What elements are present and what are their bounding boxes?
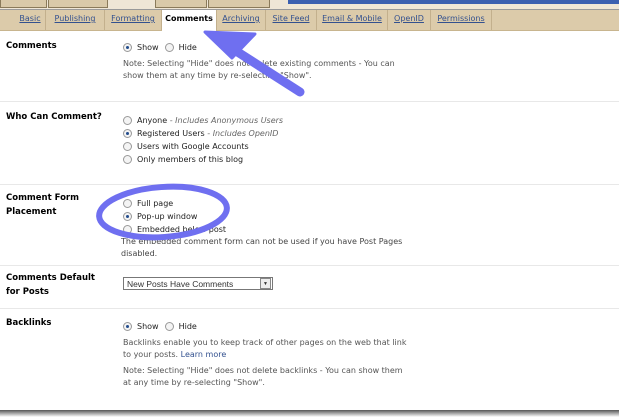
- who-members-radio[interactable]: Only members of this blog: [123, 153, 413, 166]
- comments-hide-radio[interactable]: Hide: [164, 42, 197, 54]
- chevron-down-icon: ▼: [260, 278, 271, 289]
- backlinks-description: Backlinks enable you to keep track of ot…: [123, 338, 407, 359]
- placement-note: The embedded comment form can not be use…: [121, 237, 403, 258]
- placement-popup-radio[interactable]: Pop-up window: [123, 210, 423, 223]
- comments-default-select[interactable]: New Posts Have Comments ▼: [123, 277, 273, 290]
- placement-full-page-radio[interactable]: Full page: [123, 197, 423, 210]
- comment-form-placement-section: Comment Form Placement Full page Pop-up …: [0, 185, 619, 266]
- backlinks-hide-radio[interactable]: Hide: [164, 321, 197, 333]
- backlinks-show-radio[interactable]: Show: [123, 321, 159, 333]
- backlinks-note: Note: Selecting "Hide" does not delete b…: [123, 366, 403, 387]
- comments-default-section: Comments Default for Posts New Posts Hav…: [0, 266, 619, 309]
- tab-comments[interactable]: Comments: [162, 10, 217, 31]
- section-label: Backlinks: [6, 318, 52, 328]
- who-registered-radio[interactable]: Registered Users - Includes OpenID: [123, 127, 413, 140]
- comments-show-radio[interactable]: Show: [123, 42, 159, 54]
- settings-tabs: Basic Publishing Formatting Comments Arc…: [0, 10, 619, 31]
- learn-more-link[interactable]: Learn more: [181, 350, 227, 359]
- bottom-border: [0, 410, 619, 417]
- who-anyone-radio[interactable]: Anyone - Includes Anonymous Users: [123, 114, 413, 127]
- section-label: Who Can Comment?: [6, 112, 102, 122]
- section-label: Comments: [6, 41, 57, 51]
- section-label: Comment Form Placement: [6, 193, 79, 217]
- tab-permissions[interactable]: Permissions: [431, 10, 492, 30]
- who-can-comment-section: Who Can Comment? Anyone - Includes Anony…: [0, 102, 619, 185]
- tab-archiving[interactable]: Archiving: [217, 10, 266, 30]
- tab-basic[interactable]: Basic: [15, 10, 46, 30]
- tab-site-feed[interactable]: Site Feed: [266, 10, 317, 30]
- top-strip: [0, 0, 619, 10]
- who-google-radio[interactable]: Users with Google Accounts: [123, 140, 413, 153]
- comments-note: Note: Selecting "Hide" does not delete e…: [123, 59, 395, 80]
- backlinks-section: Backlinks Show Hide Backlinks enable you …: [0, 309, 619, 409]
- comments-section: Comments Show Hide Note: Selecting "Hide"…: [0, 31, 619, 102]
- tab-publishing[interactable]: Publishing: [46, 10, 105, 30]
- tab-openid[interactable]: OpenID: [388, 10, 431, 30]
- tab-email-mobile[interactable]: Email & Mobile: [317, 10, 388, 30]
- placement-embedded-radio[interactable]: Embedded below post: [123, 223, 423, 236]
- section-label: Comments Default for Posts: [6, 273, 95, 297]
- tab-formatting[interactable]: Formatting: [105, 10, 162, 30]
